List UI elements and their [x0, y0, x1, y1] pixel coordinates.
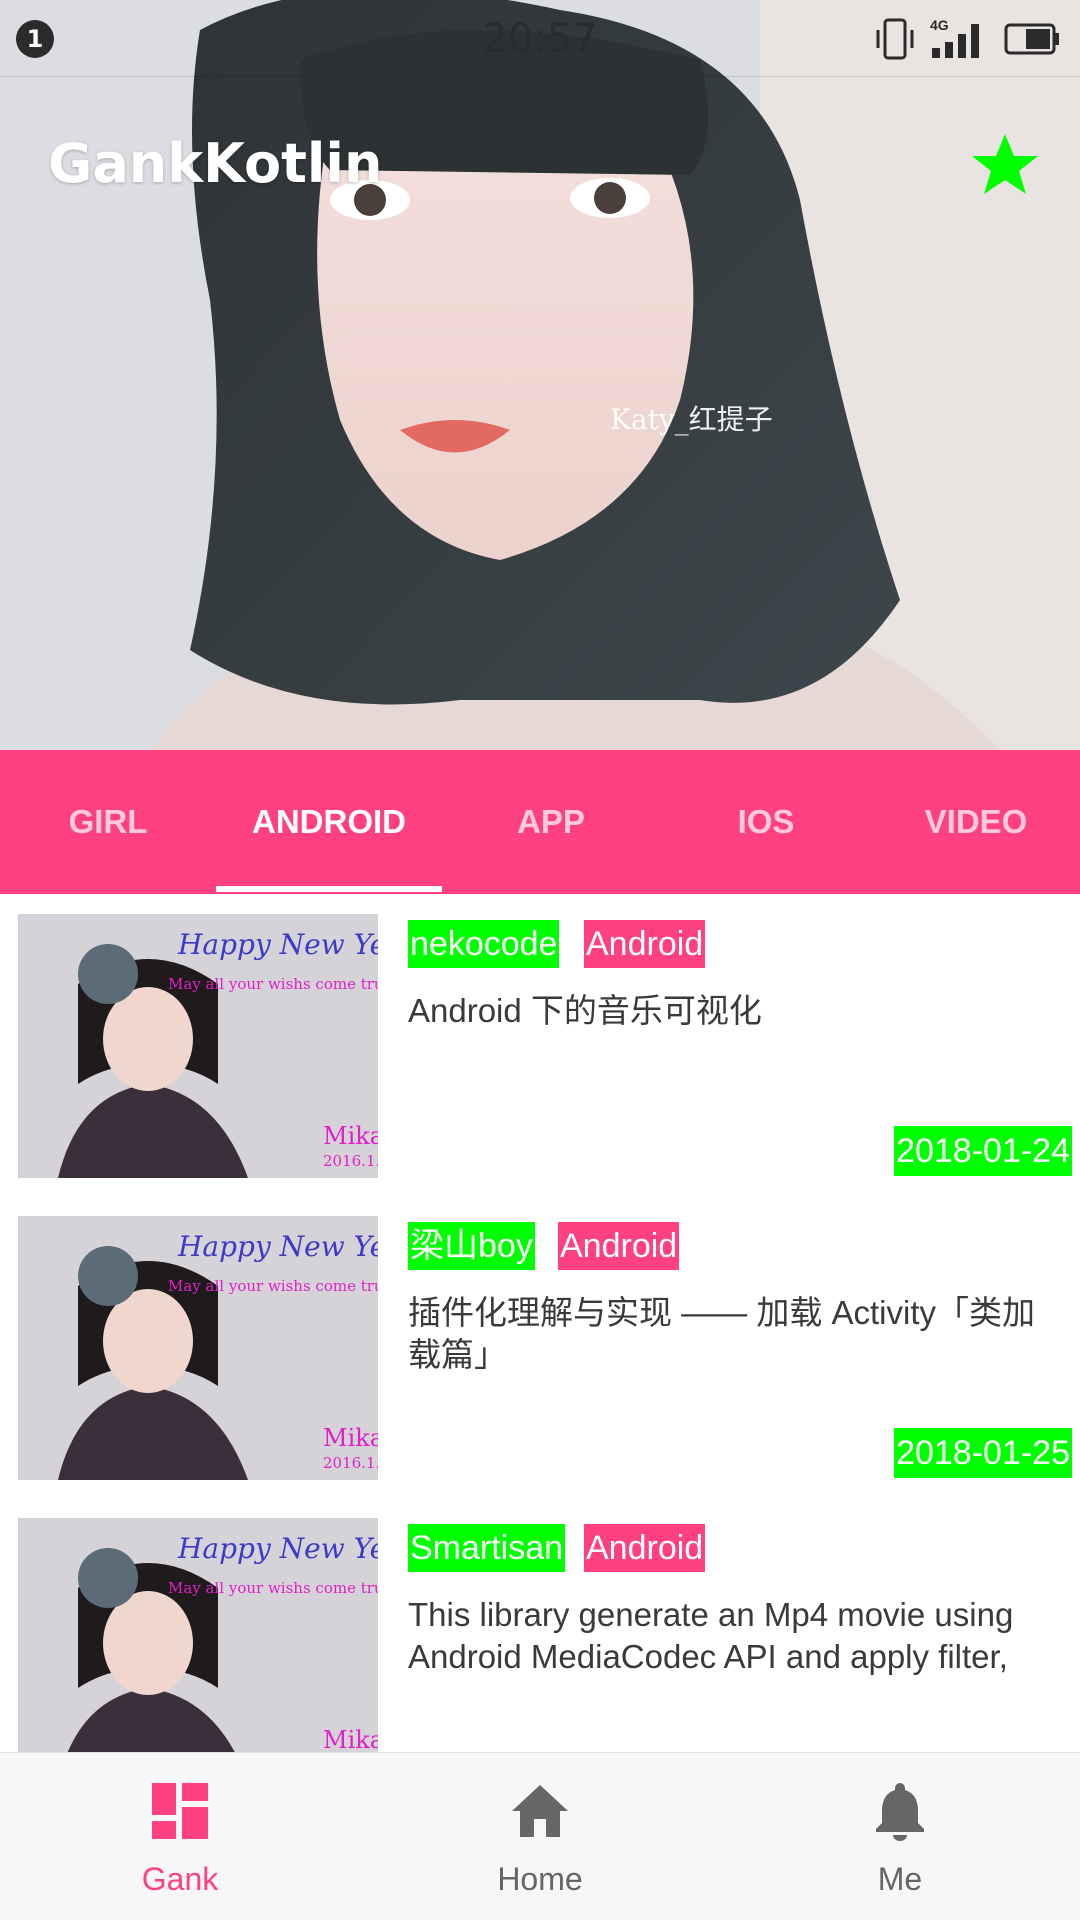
- tab-ios[interactable]: IOS: [660, 750, 872, 894]
- tab-girl[interactable]: GIRL: [0, 750, 216, 894]
- item-date: 2018-01-24: [894, 1126, 1072, 1176]
- nav-item-home[interactable]: Home: [360, 1753, 720, 1921]
- favorite-star-icon[interactable]: [970, 130, 1040, 200]
- tab-android[interactable]: ANDROID: [216, 750, 442, 894]
- item-description: 插件化理解与实现 —— 加载 Activity「类加载篇」: [408, 1294, 1036, 1373]
- thumbnail-greeting: Happy New Year: [177, 1230, 378, 1263]
- author-tag: nekocode: [408, 920, 560, 968]
- item-description: This library generate an Mp4 movie using…: [408, 1596, 1014, 1675]
- type-tag: Android: [558, 1222, 680, 1270]
- nav-label-me: Me: [877, 1861, 923, 1897]
- thumbnail-image: Happy New Year May all your wishs come t…: [18, 914, 378, 1178]
- item-thumbnail: Happy New Year May all your wishs come t…: [18, 914, 378, 1178]
- thumbnail-greeting: Happy New Year: [177, 928, 378, 961]
- thumbnail-date: 2016.1.: [323, 1454, 378, 1472]
- header-photo: [0, 0, 1080, 750]
- nav-label-home: Home: [497, 1861, 583, 1897]
- header-banner: 1 20:57 4G GankKotlin Katy_红提子: [0, 0, 1080, 750]
- thumbnail-image: Happy New Year May all your wishs come t…: [18, 1216, 378, 1480]
- nav-item-me[interactable]: Me: [720, 1753, 1080, 1921]
- thumbnail-wish: May all your wishs come true: [168, 1277, 378, 1295]
- thumbnail-wish: May all your wishs come true: [168, 975, 378, 993]
- item-description: Android 下的音乐可视化: [408, 992, 762, 1029]
- app-title: GankKotlin: [48, 132, 383, 195]
- author-tag: 梁山boy: [408, 1222, 535, 1270]
- article-list[interactable]: Happy New Year May all your wishs come t…: [0, 894, 1080, 1752]
- thumbnail-date: 2016.1.: [323, 1152, 378, 1170]
- item-date: 2018-01-25: [894, 1428, 1072, 1478]
- bottom-navigation: Gank Home Me: [0, 1752, 1080, 1920]
- thumbnail-name: Mika: [323, 1424, 378, 1452]
- list-item[interactable]: Happy New Year May all your wishs come t…: [0, 894, 1080, 1194]
- nav-item-gank[interactable]: Gank: [0, 1753, 360, 1921]
- photo-watermark: Katy_红提子: [610, 403, 773, 436]
- cellular-signal-icon: 4G: [930, 17, 979, 58]
- item-thumbnail: Happy New Year May all your wishs come t…: [18, 1518, 378, 1752]
- dashboard-icon: [152, 1783, 208, 1839]
- list-item[interactable]: Happy New Year May all your wishs come t…: [0, 1196, 1080, 1496]
- home-icon: [512, 1785, 568, 1837]
- thumbnail-name: Mika: [323, 1122, 378, 1150]
- tab-video[interactable]: VIDEO: [872, 750, 1080, 894]
- nav-label-gank: Gank: [141, 1861, 219, 1897]
- thumbnail-wish: May all your wishs come true: [168, 1579, 378, 1597]
- thumbnail-name: Mika: [323, 1726, 378, 1752]
- type-tag: Android: [584, 1524, 706, 1572]
- type-tag: Android: [584, 920, 706, 968]
- author-tag: Smartisan: [408, 1524, 566, 1572]
- active-tab-indicator: [216, 886, 442, 892]
- thumbnail-image: Happy New Year May all your wishs come t…: [18, 1518, 378, 1752]
- tab-app[interactable]: APP: [442, 750, 660, 894]
- item-thumbnail: Happy New Year May all your wishs come t…: [18, 1216, 378, 1480]
- bell-icon: [876, 1783, 924, 1841]
- vibrate-icon: [876, 18, 914, 60]
- status-bar: 1 20:57 4G: [0, 0, 1080, 77]
- list-item[interactable]: Happy New Year May all your wishs come t…: [0, 1498, 1080, 1752]
- status-icons: 4G: [874, 14, 1062, 64]
- network-type-label: 4G: [930, 17, 949, 33]
- battery-icon: [1004, 23, 1059, 55]
- thumbnail-greeting: Happy New Year: [177, 1532, 378, 1565]
- category-tabs: GIRL ANDROID APP IOS VIDEO: [0, 750, 1080, 894]
